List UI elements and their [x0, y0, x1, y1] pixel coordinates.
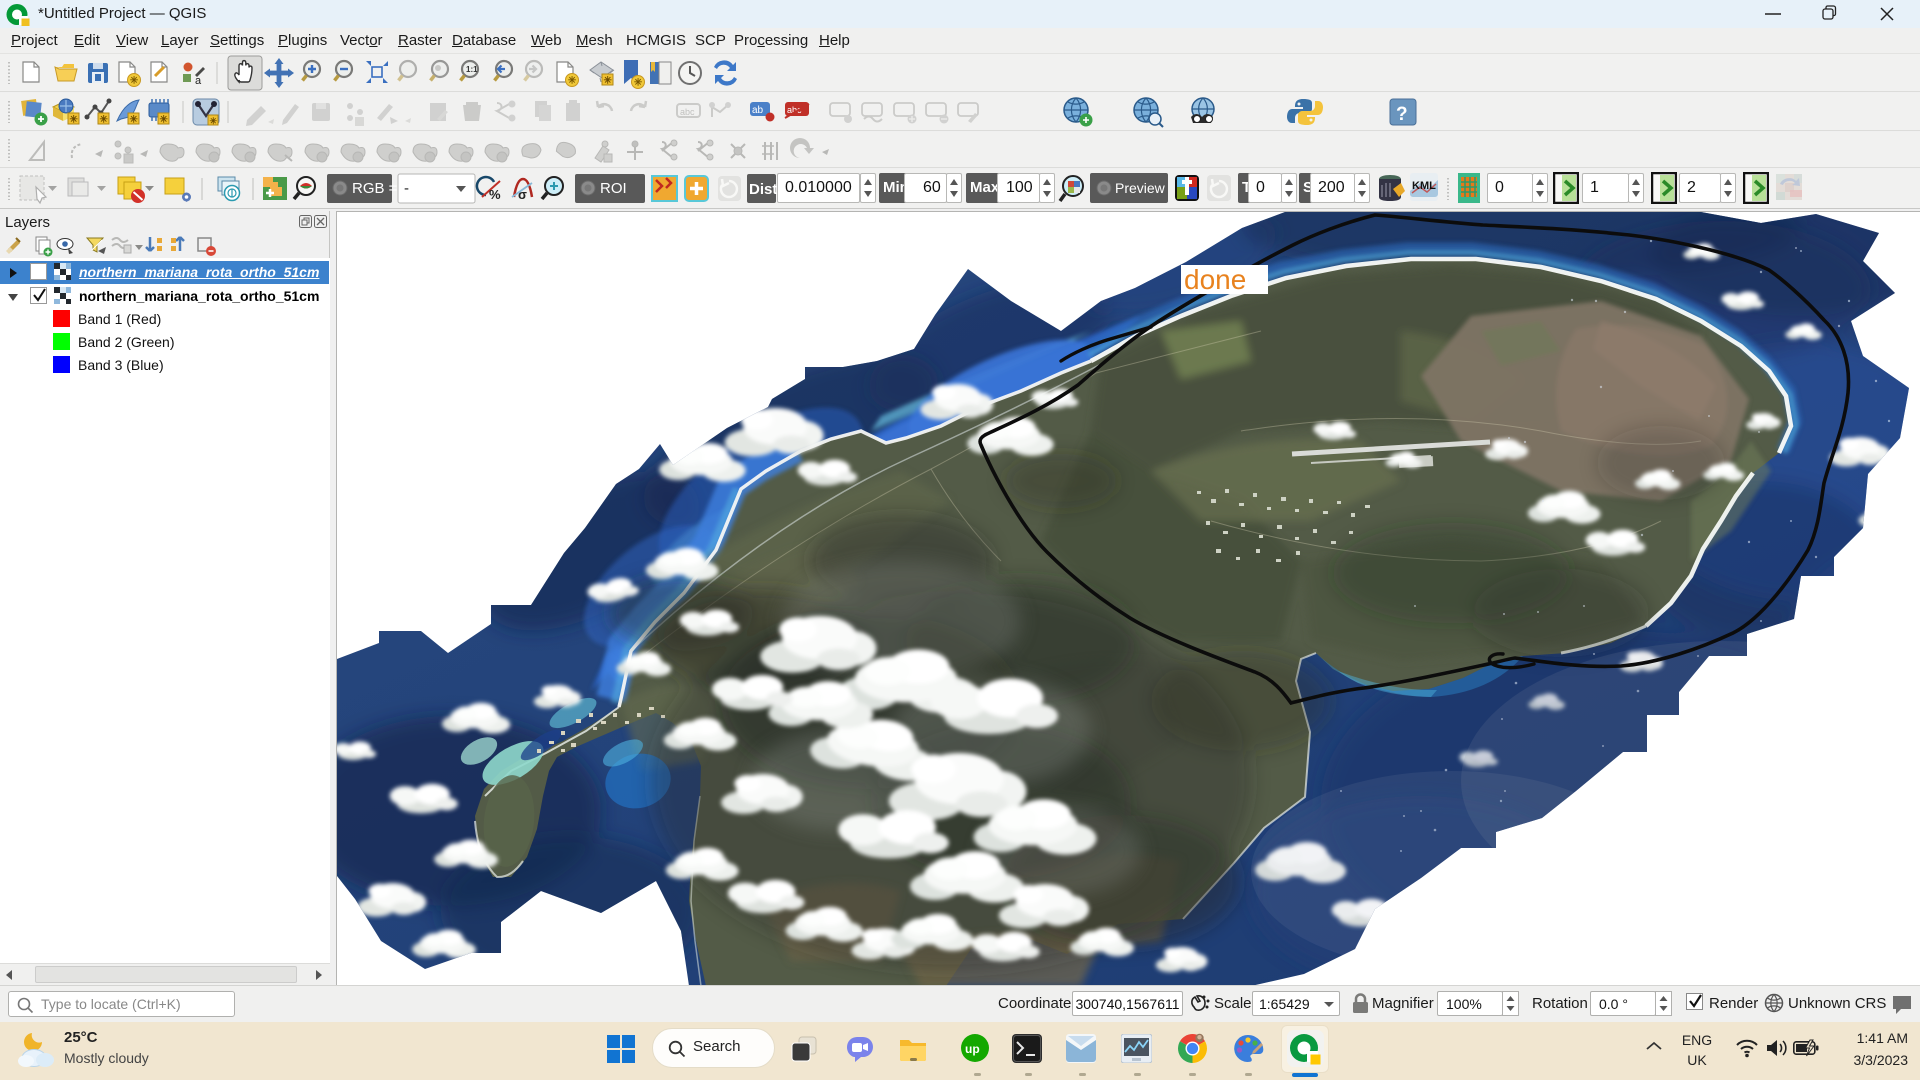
svg-text:✳: ✳: [130, 115, 139, 126]
svg-text:✳: ✳: [604, 76, 613, 87]
svg-text:✳: ✳: [70, 115, 79, 126]
svg-text:✳: ✳: [210, 116, 218, 126]
svg-text:✳: ✳: [100, 115, 109, 126]
svg-text:-: -: [404, 180, 409, 197]
svg-text:a: a: [195, 75, 202, 87]
svg-text:σ: σ: [518, 187, 527, 202]
svg-text:1:1: 1:1: [466, 65, 478, 74]
svg-text:?: ?: [1396, 104, 1408, 125]
svg-text:%: %: [489, 187, 501, 202]
svg-text:Preview: Preview: [1115, 180, 1166, 196]
svg-text:done: done: [1184, 264, 1246, 295]
svg-text:ab: ab: [752, 105, 764, 116]
svg-text:✳: ✳: [160, 115, 169, 126]
svg-text:KML: KML: [1412, 180, 1436, 192]
svg-text:abc: abc: [680, 107, 695, 117]
svg-text:up: up: [965, 1042, 980, 1056]
svg-text:RGB =: RGB =: [352, 180, 398, 197]
svg-text:ROI: ROI: [600, 180, 627, 197]
svg-text:Dist: Dist: [749, 181, 777, 198]
